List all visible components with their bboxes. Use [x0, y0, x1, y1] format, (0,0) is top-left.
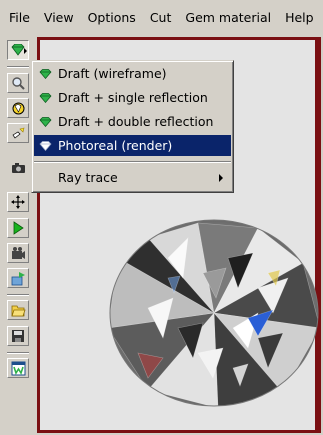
render-mode-icon [11, 44, 25, 56]
light-button[interactable] [7, 123, 29, 143]
submenu-arrow-icon [219, 174, 223, 182]
menu-item-label: Draft + single reflection [58, 90, 208, 105]
camera-button[interactable] [7, 158, 29, 178]
save-button[interactable] [7, 326, 29, 346]
menu-separator [34, 161, 231, 163]
window-button[interactable] [7, 358, 29, 378]
rotate-icon [12, 102, 24, 114]
open-button[interactable] [7, 300, 29, 320]
menu-item-draft-single-reflection[interactable]: Draft + single reflection [34, 87, 231, 108]
menu-item-photoreal-render[interactable]: Photoreal (render) [34, 135, 231, 156]
tool-palette [3, 37, 32, 433]
play-button[interactable] [7, 218, 29, 238]
green-gem-icon [39, 92, 51, 103]
window-icon [11, 361, 25, 375]
menu-view[interactable]: View [37, 0, 81, 36]
menu-item-ray-trace[interactable]: Ray trace [34, 167, 231, 188]
white-gem-icon [39, 140, 51, 151]
movie-icon [11, 246, 25, 259]
dropdown-arrow-icon [24, 48, 27, 54]
green-gem-icon [39, 116, 51, 127]
menu-item-draft-double-reflection[interactable]: Draft + double reflection [34, 111, 231, 132]
rotate-button[interactable] [7, 98, 29, 118]
export-icon [11, 271, 25, 285]
menu-options[interactable]: Options [81, 0, 143, 36]
move-icon [11, 195, 25, 209]
green-gem-icon [39, 68, 51, 79]
menu-gem-material[interactable]: Gem material [178, 0, 278, 36]
menu-item-label: Ray trace [58, 170, 118, 185]
save-icon [12, 330, 24, 342]
magnify-button[interactable] [7, 73, 29, 93]
movie-button[interactable] [7, 243, 29, 263]
toolbar-separator [7, 352, 29, 354]
menu-file[interactable]: File [0, 0, 37, 36]
menu-cut[interactable]: Cut [143, 0, 179, 36]
render-mode-button[interactable] [7, 40, 29, 60]
menu-item-label: Photoreal (render) [58, 138, 173, 153]
magnify-icon [12, 77, 25, 90]
light-icon [12, 127, 24, 139]
menu-item-label: Draft (wireframe) [58, 66, 167, 81]
camera-icon [11, 162, 25, 173]
render-mode-menu: Draft (wireframe) Draft + single reflect… [31, 60, 234, 193]
move-button[interactable] [7, 192, 29, 212]
menu-bar: File View Options Cut Gem material Help [0, 0, 323, 36]
export-button[interactable] [7, 268, 29, 288]
rendered-diamond-image [109, 219, 319, 407]
menu-help[interactable]: Help [278, 0, 321, 36]
menu-item-draft-wireframe[interactable]: Draft (wireframe) [34, 63, 231, 84]
play-icon [13, 221, 24, 235]
open-icon [10, 305, 26, 316]
menu-item-label: Draft + double reflection [58, 114, 214, 129]
toolbar-separator [7, 294, 29, 296]
toolbar-separator [7, 66, 29, 68]
